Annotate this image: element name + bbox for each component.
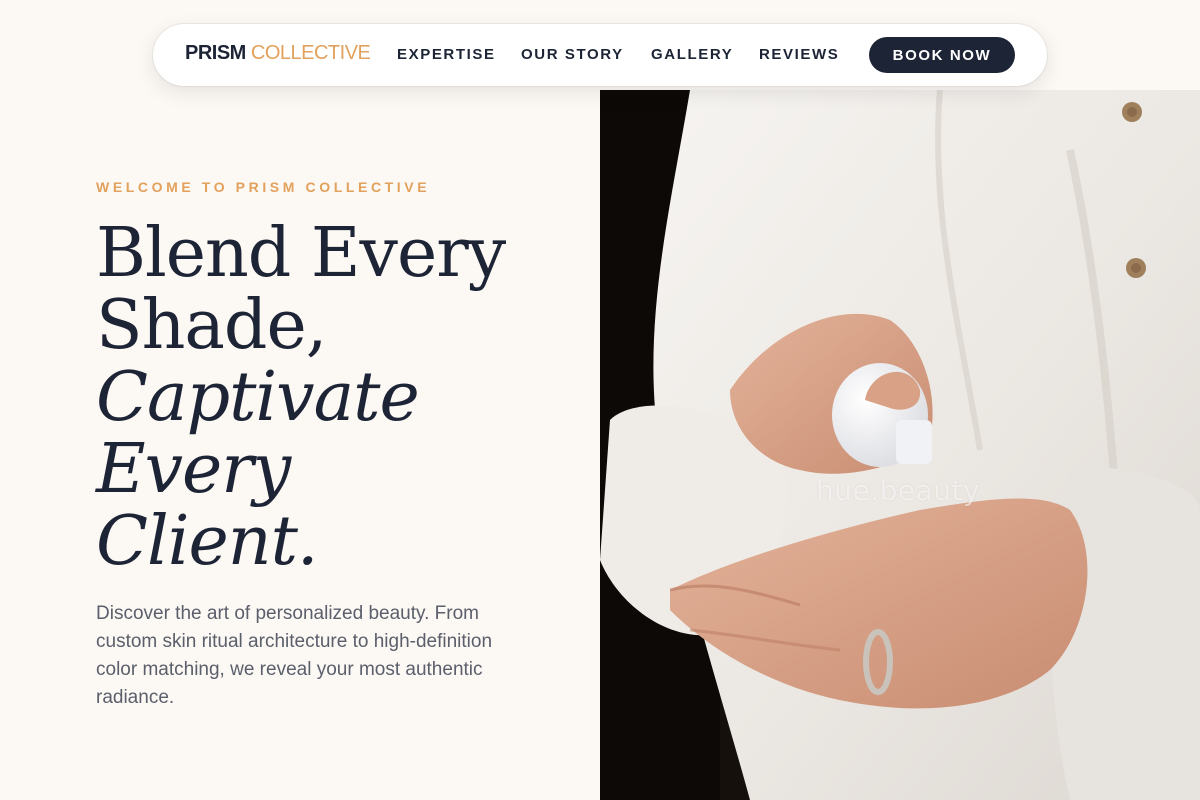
nav-link-our-story[interactable]: OUR STORY [521, 46, 624, 63]
brand-logo[interactable]: PRISM COLLECTIVE [185, 42, 371, 65]
headline-line: Shade, [96, 286, 327, 365]
hero-headline: Blend Every Shade, Captivate Every Clien… [96, 218, 576, 578]
logo-accent-text: COLLECTIVE [250, 42, 371, 64]
nav-link-reviews[interactable]: REVIEWS [759, 46, 839, 63]
nav-link-expertise[interactable]: EXPERTISE [397, 46, 496, 63]
watermark-text: hue.beauty [816, 474, 981, 507]
hero-eyebrow: WELCOME TO PRISM COLLECTIVE [96, 179, 431, 195]
book-now-button[interactable]: BOOK NOW [869, 37, 1015, 73]
logo-primary-text: PRISM [185, 42, 246, 64]
hero-description: Discover the art of personalized beauty.… [96, 603, 493, 708]
headline-line: Blend Every [96, 214, 506, 293]
headline-line-italic: Client. [96, 502, 319, 581]
top-nav: PRISM COLLECTIVE EXPERTISE OUR STORY GAL… [153, 24, 1047, 86]
headline-line-italic: Every [96, 430, 291, 509]
hero-photo: hue.beauty [600, 90, 1200, 800]
headline-line-italic: Captivate [96, 358, 420, 437]
nav-link-gallery[interactable]: GALLERY [651, 46, 733, 63]
